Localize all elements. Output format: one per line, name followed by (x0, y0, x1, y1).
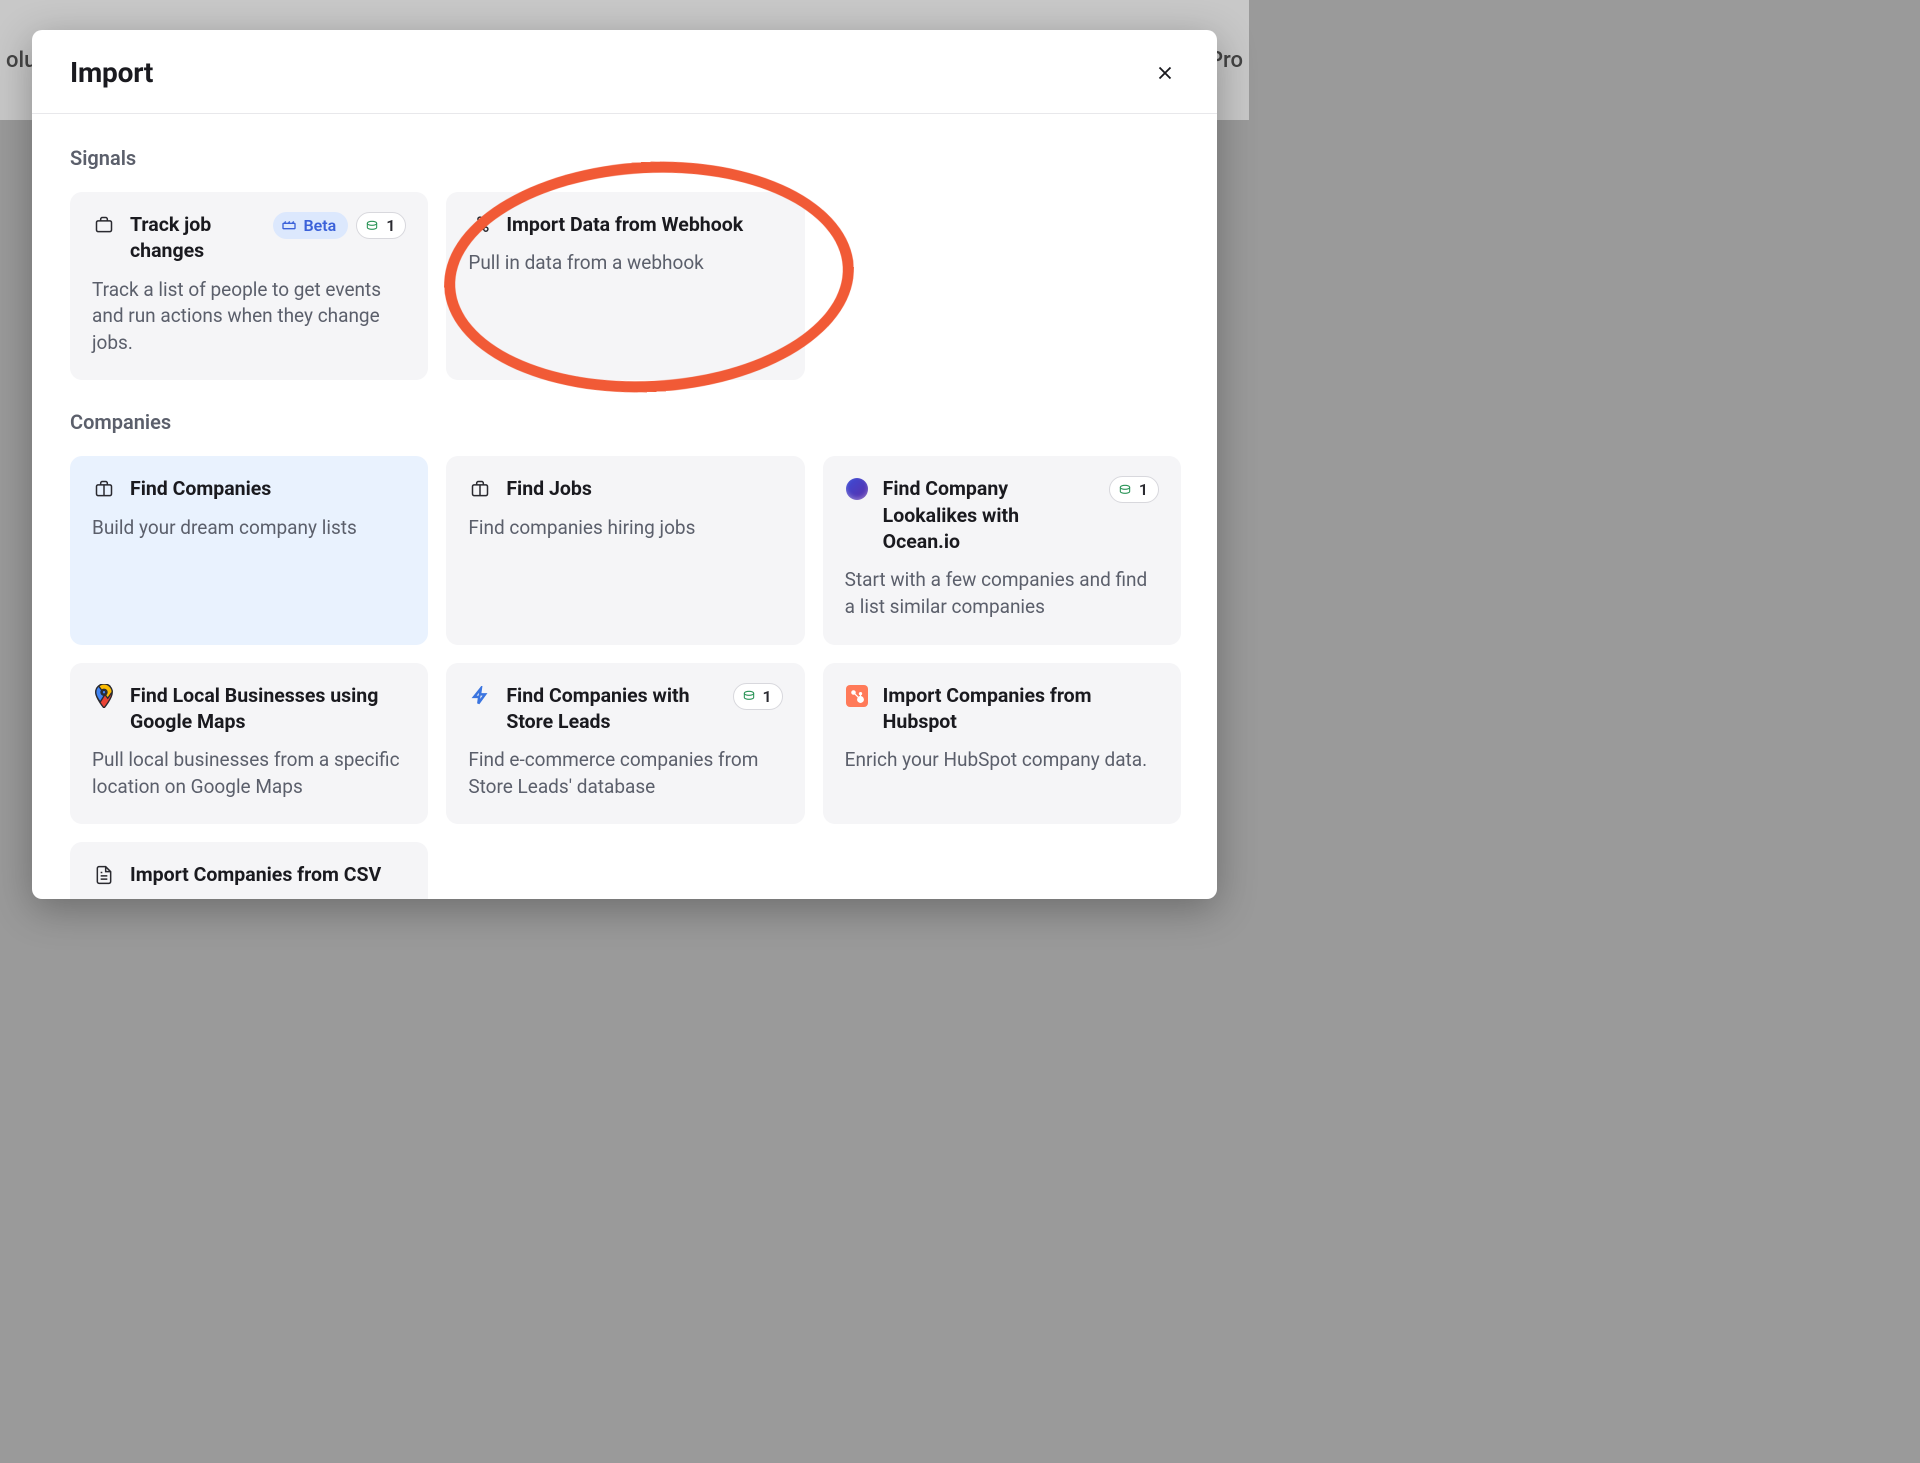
card-desc: Pull local businesses from a specific lo… (92, 747, 406, 800)
close-icon (1154, 62, 1176, 84)
card-track-job-changes[interactable]: Track job changes Beta 1 Tr (70, 192, 428, 380)
card-desc: Find companies hiring jobs (468, 515, 782, 542)
hubspot-icon (845, 684, 869, 708)
card-import-webhook[interactable]: Import Data from Webhook Pull in data fr… (446, 192, 804, 380)
modal-body: Signals Track job changes Beta (32, 114, 1217, 899)
card-title: Import Data from Webhook (506, 212, 782, 238)
credit-badge: 1 (1109, 476, 1159, 503)
card-desc: Pull in data from a webhook (468, 250, 782, 277)
briefcase-icon (92, 477, 116, 501)
card-find-lookalikes-ocean[interactable]: Find Company Lookalikes with Ocean.io 1 … (823, 456, 1181, 644)
card-find-companies[interactable]: Find Companies Build your dream company … (70, 456, 428, 644)
ocean-io-icon (845, 477, 869, 501)
card-import-hubspot[interactable]: Import Companies from Hubspot Enrich you… (823, 663, 1181, 825)
card-title: Find Companies with Store Leads (506, 683, 718, 736)
credit-badge: 1 (733, 683, 783, 710)
section-label-companies: Companies (70, 410, 1181, 434)
card-companies-storeleads[interactable]: Find Companies with Store Leads 1 Find e… (446, 663, 804, 825)
companies-section: Companies Find Companies Build your drea… (70, 410, 1181, 899)
card-import-csv[interactable]: Import Companies from CSV Import Domains… (70, 842, 428, 899)
close-button[interactable] (1149, 57, 1181, 89)
card-desc: Start with a few companies and find a li… (845, 567, 1159, 620)
section-label-signals: Signals (70, 146, 1181, 170)
companies-cards: Find Companies Build your dream company … (70, 456, 1181, 899)
card-title: Find Jobs (506, 476, 782, 502)
signals-section: Signals Track job changes Beta (70, 146, 1181, 380)
card-desc: Build your dream company lists (92, 515, 406, 542)
card-title: Import Companies from Hubspot (883, 683, 1159, 736)
card-title: Import Companies from CSV (130, 862, 406, 888)
modal-header: Import (32, 30, 1217, 114)
card-title: Find Local Businesses using Google Maps (130, 683, 406, 736)
signals-cards: Track job changes Beta 1 Tr (70, 192, 1181, 380)
card-desc: Track a list of people to get events and… (92, 277, 406, 357)
card-title: Find Companies (130, 476, 406, 502)
card-title: Track job changes (130, 212, 259, 265)
storeleads-icon (468, 684, 492, 708)
modal-title: Import (70, 56, 153, 89)
google-maps-icon (92, 684, 116, 708)
beta-badge: Beta (273, 212, 348, 239)
card-desc: Enrich your HubSpot company data. (845, 747, 1159, 774)
card-local-businesses-gmaps[interactable]: Find Local Businesses using Google Maps … (70, 663, 428, 825)
briefcase-icon (468, 477, 492, 501)
card-desc: Find e-commerce companies from Store Lea… (468, 747, 782, 800)
credit-badge: 1 (356, 212, 406, 239)
briefcase-icon (92, 213, 116, 237)
card-title: Find Company Lookalikes with Ocean.io (883, 476, 1095, 555)
import-modal: Import Signals Track job changes (32, 30, 1217, 899)
webhook-icon (468, 213, 492, 237)
file-text-icon (92, 863, 116, 887)
card-find-jobs[interactable]: Find Jobs Find companies hiring jobs (446, 456, 804, 644)
